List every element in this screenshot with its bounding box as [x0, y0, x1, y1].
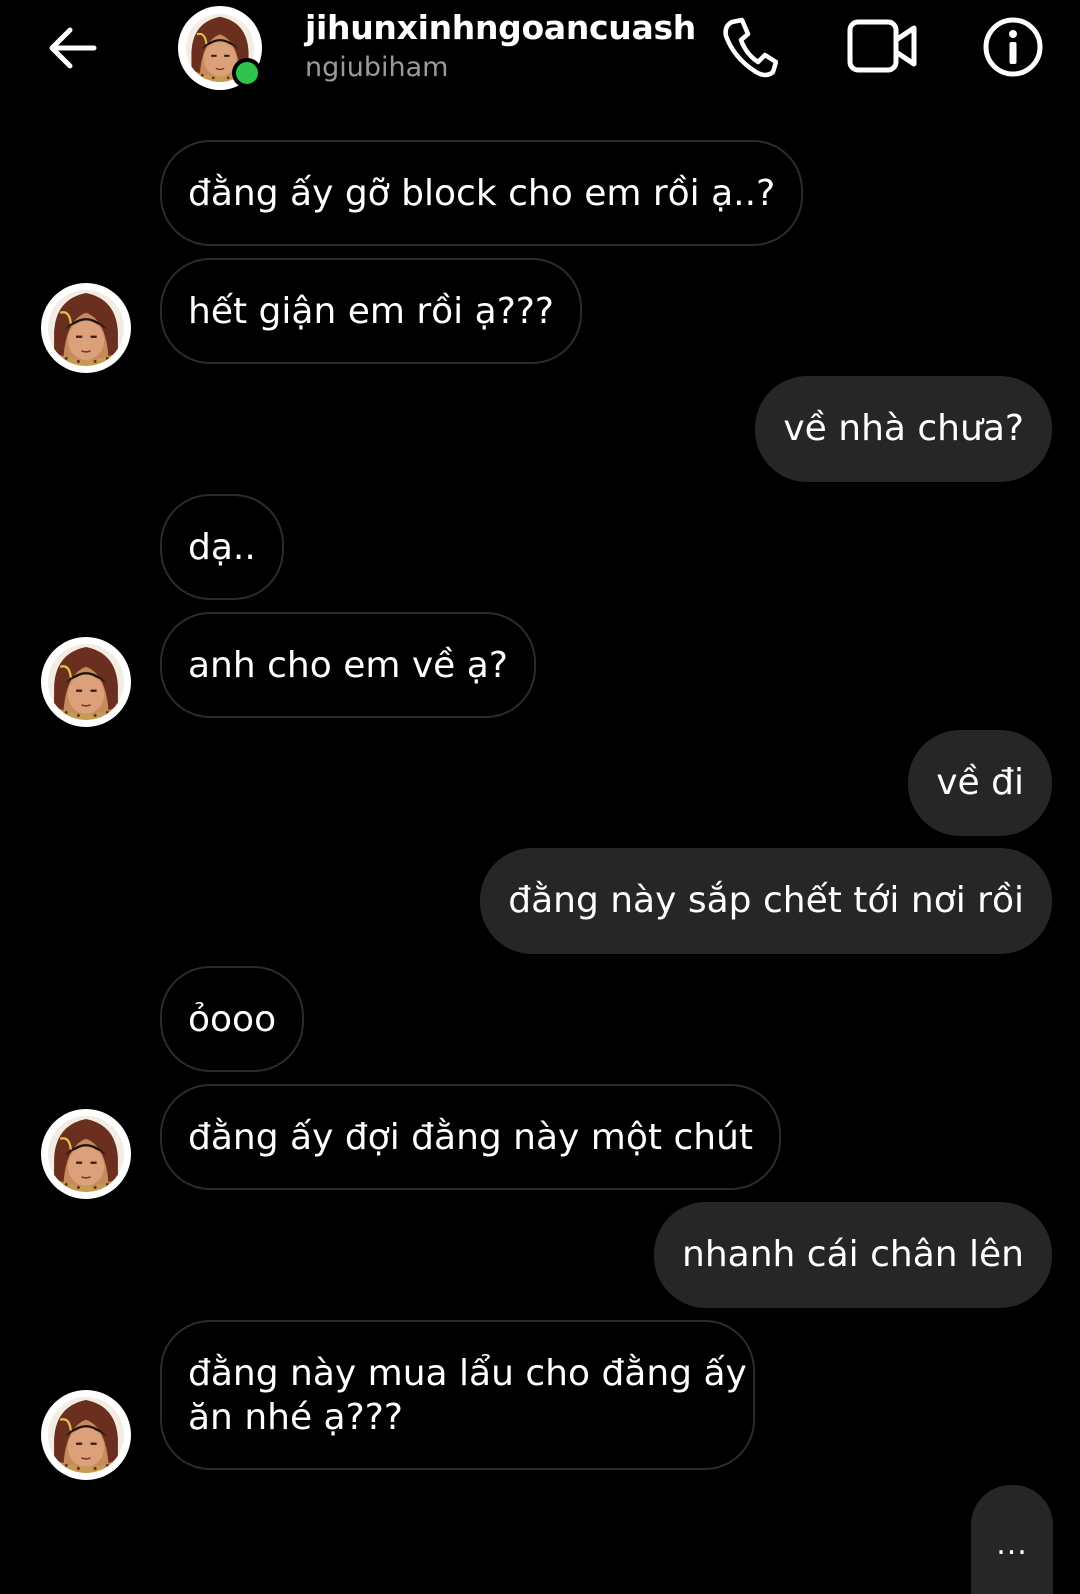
message-received[interactable]: hết giận em rồi ạ??? — [160, 258, 583, 364]
message-received[interactable]: đằng ấy gỡ block cho em rồi ạ..? — [160, 140, 804, 246]
contact-username[interactable]: ngiubiham — [305, 52, 448, 83]
contact-display-name[interactable]: jihunxinhngoancuash — [305, 8, 696, 47]
message-text: về nhà chưa? — [783, 408, 1024, 449]
profile-photo — [48, 1116, 124, 1192]
message-text: đằng này sắp chết tới nơi rồi — [508, 880, 1024, 921]
info-icon[interactable] — [982, 16, 1044, 78]
message-text: đằng ấy gỡ block cho em rồi ạ..? — [188, 173, 776, 214]
message-received[interactable]: anh cho em về ạ? — [160, 612, 536, 718]
message-sent[interactable]: về nhà chưa? — [755, 376, 1052, 482]
message-text: anh cho em về ạ? — [188, 645, 508, 686]
profile-photo — [48, 644, 124, 720]
message-text: dạ.. — [188, 527, 256, 568]
chat-header: jihunxinhngoancuash ngiubiham — [0, 0, 1080, 110]
sender-avatar[interactable] — [41, 1109, 131, 1199]
typing-indicator-bubble: ... — [971, 1485, 1053, 1594]
message-text-line: đằng này mua lẩu cho đằng ấy — [188, 1353, 747, 1394]
profile-photo — [48, 1397, 124, 1473]
online-status-dot — [232, 58, 262, 88]
message-text: nhanh cái chân lên — [682, 1234, 1024, 1275]
video-camera-icon[interactable] — [846, 18, 918, 74]
sender-avatar[interactable] — [41, 637, 131, 727]
message-sent[interactable]: nhanh cái chân lên — [654, 1202, 1052, 1308]
message-received[interactable]: đằng này mua lẩu cho đằng ấy ăn nhé ạ??? — [160, 1320, 755, 1470]
message-received[interactable]: dạ.. — [160, 494, 284, 600]
message-text: về đi — [936, 762, 1024, 803]
message-text: đằng ấy đợi đằng này một chút — [188, 1117, 753, 1158]
sender-avatar[interactable] — [41, 1390, 131, 1480]
message-received[interactable]: đằng ấy đợi đằng này một chút — [160, 1084, 781, 1190]
message-sent[interactable]: về đi — [908, 730, 1052, 836]
message-text-line: ăn nhé ạ??? — [188, 1397, 403, 1438]
sender-avatar[interactable] — [41, 283, 131, 373]
message-sent[interactable]: đằng này sắp chết tới nơi rồi — [480, 848, 1052, 954]
phone-icon[interactable] — [720, 16, 778, 78]
typing-dots: ... — [996, 1527, 1028, 1562]
profile-photo — [48, 290, 124, 366]
message-text: ỏooo — [188, 999, 277, 1040]
back-arrow-icon[interactable] — [44, 20, 100, 76]
message-text: hết giận em rồi ạ??? — [188, 291, 555, 332]
message-received[interactable]: ỏooo — [160, 966, 305, 1072]
